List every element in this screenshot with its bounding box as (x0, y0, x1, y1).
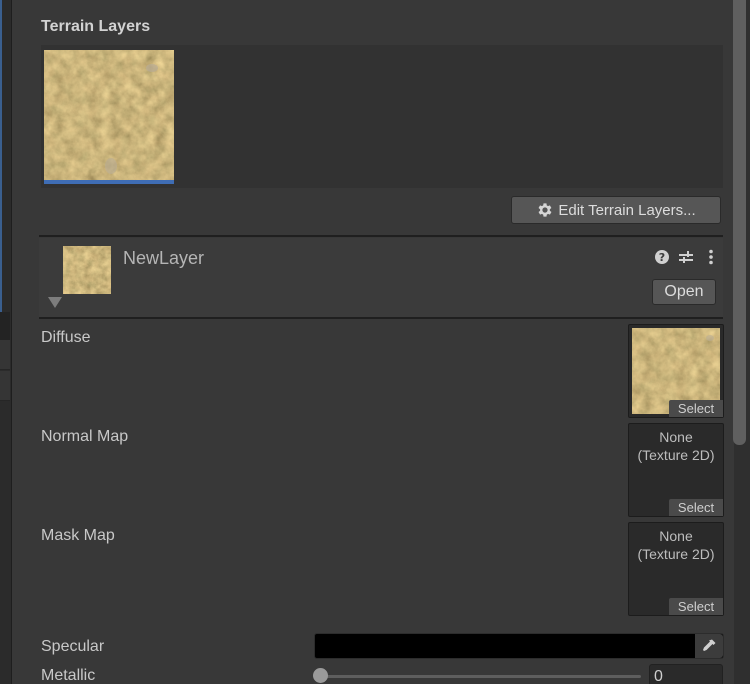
divider (39, 235, 723, 237)
more-options-icon[interactable] (702, 248, 720, 266)
open-button[interactable]: Open (652, 279, 716, 305)
svg-text:?: ? (659, 251, 665, 264)
help-icon[interactable]: ? (653, 248, 671, 266)
diffuse-label: Diffuse (41, 329, 91, 346)
normal-map-select-button[interactable]: Select (669, 499, 723, 516)
metallic-label: Metallic (41, 667, 96, 684)
mask-map-value-line1: None (659, 528, 693, 544)
mask-map-value-line2: (Texture 2D) (637, 546, 715, 562)
layer-thumbnail (63, 246, 111, 294)
divider (39, 317, 723, 319)
normal-map-label: Normal Map (41, 428, 129, 445)
eyedropper-icon[interactable] (695, 634, 723, 658)
selected-indicator (44, 180, 174, 184)
mask-map-label: Mask Map (41, 527, 115, 544)
metallic-slider-thumb[interactable] (313, 668, 328, 683)
diffuse-select-button[interactable]: Select (669, 400, 723, 417)
scrollbar-thumb[interactable] (733, 0, 746, 445)
normal-map-texture-slot[interactable]: None (Texture 2D) Select (628, 423, 724, 517)
inspector-panel: Terrain Layers Edit Terrain Layers... Ne… (13, 0, 733, 684)
left-panel-accent (0, 0, 2, 312)
metallic-value-field[interactable]: 0 (649, 664, 723, 684)
left-panel-edge (0, 0, 12, 684)
left-panel-block (0, 312, 10, 340)
edit-terrain-layers-button[interactable]: Edit Terrain Layers... (511, 196, 721, 224)
foldout-arrow-icon[interactable] (48, 297, 62, 308)
specular-label: Specular (41, 638, 105, 655)
gear-icon (538, 203, 552, 217)
diffuse-texture-slot[interactable]: Select (628, 324, 724, 418)
normal-map-value: None (Texture 2D) (629, 428, 723, 464)
normal-map-value-line2: (Texture 2D) (637, 447, 715, 463)
presets-icon[interactable] (677, 248, 695, 266)
mask-map-select-button[interactable]: Select (669, 598, 723, 615)
section-title: Terrain Layers (41, 18, 151, 35)
specular-color-field[interactable] (314, 633, 724, 659)
layer-name: NewLayer (123, 248, 205, 268)
mask-map-value: None (Texture 2D) (629, 527, 723, 563)
mask-map-texture-slot[interactable]: None (Texture 2D) Select (628, 522, 724, 616)
terrain-layer-texture (44, 50, 174, 180)
edit-terrain-layers-label: Edit Terrain Layers... (558, 201, 696, 219)
layer-header: NewLayer ? Open (39, 238, 723, 318)
normal-map-value-line1: None (659, 429, 693, 445)
terrain-layer-tile[interactable] (44, 50, 174, 184)
left-panel-row[interactable] (0, 340, 10, 370)
metallic-slider-track[interactable] (321, 675, 641, 678)
terrain-layer-palette (41, 45, 723, 188)
left-panel-row[interactable] (0, 371, 10, 401)
